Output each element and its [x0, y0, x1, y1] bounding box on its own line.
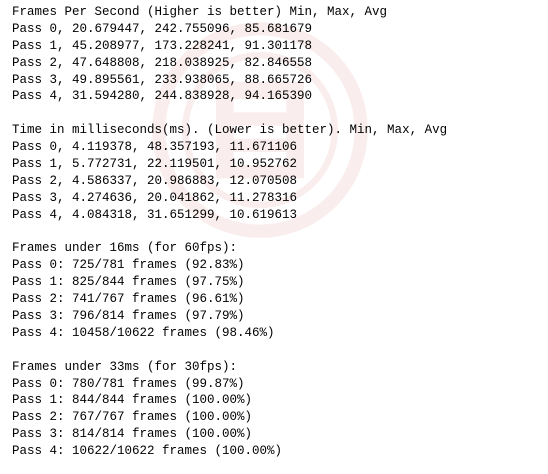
fps-pass-2: Pass 2, 47.648808, 218.038925, 82.846558 — [12, 55, 313, 70]
under33-pass-3: Pass 3: 814/814 frames (100.00%) — [12, 427, 253, 442]
under33-pass-0: Pass 0: 780/781 frames (99.87%) — [12, 376, 245, 391]
section-heading-fps: Frames Per Second (Higher is better) Min… — [12, 5, 388, 19]
fps-pass-1: Pass 1, 45.208977, 173.228241, 91.301178 — [12, 38, 313, 53]
under16-pass-4: Pass 4: 10458/10622 frames (98.46%) — [12, 325, 275, 340]
section-heading-16ms: Frames under 16ms (for 60fps): — [12, 241, 238, 256]
under16-pass-3: Pass 3: 796/814 frames (97.79%) — [12, 309, 245, 324]
under16-pass-0: Pass 0: 725/781 frames (92.83%) — [12, 258, 245, 273]
section-heading-33ms: Frames under 33ms (for 30fps): — [12, 359, 238, 374]
benchmark-results-text: Frames Per Second (Higher is better) Min… — [12, 4, 548, 460]
under16-pass-2: Pass 2: 741/767 frames (96.61%) — [12, 292, 245, 307]
under33-pass-2: Pass 2: 767/767 frames (100.00%) — [12, 410, 253, 425]
fps-pass-4: Pass 4, 31.594280, 244.838928, 94.165390 — [12, 89, 313, 104]
ms-pass-2: Pass 2, 4.586337, 20.986883, 12.070508 — [12, 173, 298, 188]
ms-pass-3: Pass 3, 4.274636, 20.041862, 11.278316 — [12, 190, 298, 205]
section-heading-ms: Time in milliseconds(ms). (Lower is bett… — [12, 123, 448, 138]
under16-pass-1: Pass 1: 825/844 frames (97.75%) — [12, 275, 245, 290]
fps-pass-3: Pass 3, 49.895561, 233.938065, 88.665726 — [12, 72, 313, 87]
ms-pass-1: Pass 1, 5.772731, 22.119501, 10.952762 — [12, 157, 298, 172]
under33-pass-4: Pass 4: 10622/10622 frames (100.00%) — [12, 444, 283, 459]
under33-pass-1: Pass 1: 844/844 frames (100.00%) — [12, 393, 253, 408]
ms-pass-4: Pass 4, 4.084318, 31.651299, 10.619613 — [12, 207, 298, 222]
ms-pass-0: Pass 0, 4.119378, 48.357193, 11.671106 — [12, 140, 298, 155]
fps-pass-0: Pass 0, 20.679447, 242.755096, 85.681679 — [12, 21, 313, 36]
